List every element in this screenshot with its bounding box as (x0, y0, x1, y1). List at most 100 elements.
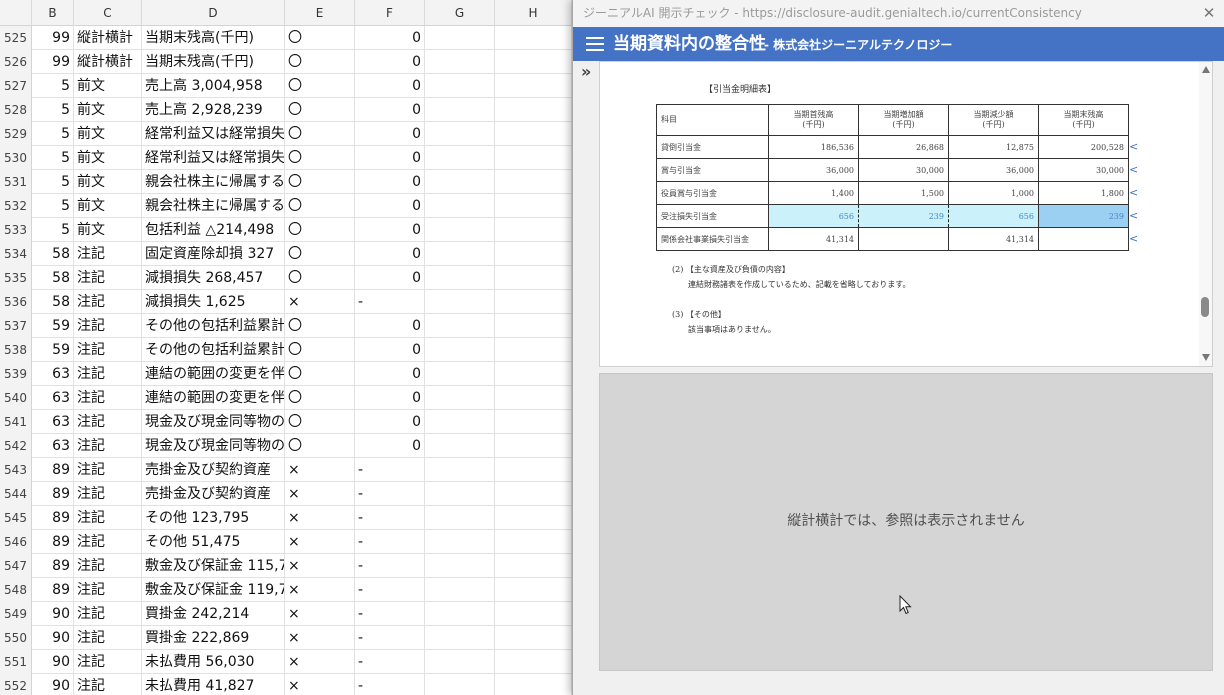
row-number[interactable]: 552 (0, 674, 32, 695)
cell-c[interactable]: 注記 (74, 314, 142, 338)
cell-b[interactable]: 89 (32, 458, 74, 482)
column-header-c[interactable]: C (74, 0, 142, 26)
cell-f[interactable]: - (355, 674, 425, 695)
row-number[interactable]: 530 (0, 146, 32, 170)
table-row[interactable]: 538 59 注記 その他の包括利益累計〇 0 (0, 338, 572, 362)
cell-e[interactable]: 〇 (285, 410, 355, 434)
row-number[interactable]: 531 (0, 170, 32, 194)
table-row[interactable]: 533 5 前文 包括利益 △214,498 〇 0 (0, 218, 572, 242)
cell-f[interactable]: 0 (355, 386, 425, 410)
cell-h[interactable] (495, 122, 572, 146)
cell-e[interactable]: × (285, 506, 355, 530)
cell-d[interactable]: その他の包括利益累計 (142, 314, 285, 338)
cell-c[interactable]: 縦計横計 (74, 26, 142, 50)
row-number[interactable]: 534 (0, 242, 32, 266)
cell-b[interactable]: 89 (32, 482, 74, 506)
table-row[interactable]: 528 5 前文 売上高 2,928,239 〇 0 (0, 98, 572, 122)
cell-g[interactable] (425, 386, 495, 410)
cell-b[interactable]: 89 (32, 578, 74, 602)
cell-f[interactable]: 0 (355, 362, 425, 386)
cell-f[interactable]: 0 (355, 410, 425, 434)
cell-e[interactable]: 〇 (285, 146, 355, 170)
table-row[interactable]: 551 90 注記 未払費用 56,030 × - (0, 650, 572, 674)
cell-h[interactable] (495, 50, 572, 74)
cell-d[interactable]: 当期末残高(千円) (142, 26, 285, 50)
table-row[interactable]: 526 99 縦計横計 当期末残高(千円) 〇 0 (0, 50, 572, 74)
cell-g[interactable] (425, 506, 495, 530)
column-header-d[interactable]: D (142, 0, 285, 26)
cell-g[interactable] (425, 362, 495, 386)
cell-e[interactable]: × (285, 530, 355, 554)
cell-g[interactable] (425, 170, 495, 194)
cell-h[interactable] (495, 626, 572, 650)
cell-f[interactable]: 0 (355, 122, 425, 146)
cell-b[interactable]: 5 (32, 194, 74, 218)
cell-g[interactable] (425, 650, 495, 674)
table-row[interactable]: 537 59 注記 その他の包括利益累計〇 0 (0, 314, 572, 338)
cell-e[interactable]: 〇 (285, 362, 355, 386)
cell-e[interactable]: × (285, 602, 355, 626)
cell-b[interactable]: 58 (32, 266, 74, 290)
table-row[interactable]: 530 5 前文 経常利益又は経常損失〇 0 (0, 146, 572, 170)
cell-b[interactable]: 89 (32, 506, 74, 530)
cell-c[interactable]: 前文 (74, 194, 142, 218)
cell-h[interactable] (495, 26, 572, 50)
table-cell-value[interactable]: 656 (948, 204, 1039, 228)
cell-d[interactable]: 包括利益 △214,498 (142, 218, 285, 242)
cell-f[interactable]: - (355, 482, 425, 506)
table-row[interactable]: 529 5 前文 経常利益又は経常損失〇 0 (0, 122, 572, 146)
table-row[interactable]: 546 89 注記 その他 51,475 × - (0, 530, 572, 554)
row-mark-icon[interactable]: < (1129, 232, 1138, 245)
hamburger-menu-icon[interactable] (586, 37, 604, 51)
cell-b[interactable]: 59 (32, 338, 74, 362)
cell-h[interactable] (495, 218, 572, 242)
cell-g[interactable] (425, 26, 495, 50)
cell-d[interactable]: 売掛金及び契約資産 (142, 482, 285, 506)
cell-h[interactable] (495, 242, 572, 266)
cell-c[interactable]: 注記 (74, 506, 142, 530)
table-row[interactable]: 525 99 縦計横計 当期末残高(千円) 〇 0 (0, 26, 572, 50)
cell-d[interactable]: 買掛金 242,214 (142, 602, 285, 626)
cell-g[interactable] (425, 338, 495, 362)
cell-e[interactable]: 〇 (285, 386, 355, 410)
row-number[interactable]: 540 (0, 386, 32, 410)
cell-h[interactable] (495, 170, 572, 194)
cell-d[interactable]: 未払費用 56,030 (142, 650, 285, 674)
row-number[interactable]: 535 (0, 266, 32, 290)
cell-d[interactable]: 現金及び現金同等物の (142, 434, 285, 458)
cell-b[interactable]: 5 (32, 98, 74, 122)
cell-g[interactable] (425, 578, 495, 602)
cell-c[interactable]: 前文 (74, 170, 142, 194)
row-mark-icon[interactable]: < (1129, 186, 1138, 199)
cell-h[interactable] (495, 290, 572, 314)
cell-e[interactable]: 〇 (285, 194, 355, 218)
cell-f[interactable]: 0 (355, 242, 425, 266)
cell-h[interactable] (495, 554, 572, 578)
cell-h[interactable] (495, 266, 572, 290)
cell-g[interactable] (425, 218, 495, 242)
cell-g[interactable] (425, 122, 495, 146)
row-mark-icon[interactable]: < (1129, 140, 1138, 153)
cell-g[interactable] (425, 194, 495, 218)
cell-g[interactable] (425, 314, 495, 338)
cell-h[interactable] (495, 650, 572, 674)
cell-c[interactable]: 注記 (74, 386, 142, 410)
cell-c[interactable]: 注記 (74, 530, 142, 554)
table-row[interactable]: 532 5 前文 親会社株主に帰属する〇 0 (0, 194, 572, 218)
cell-f[interactable]: 0 (355, 26, 425, 50)
document-preview[interactable]: 【引当金明細表】 科目 当期首残高 (千円) 当期増加額 (千円) 当期減少額 … (599, 61, 1213, 367)
cell-c[interactable]: 注記 (74, 578, 142, 602)
row-number[interactable]: 551 (0, 650, 32, 674)
cell-e[interactable]: 〇 (285, 218, 355, 242)
column-header-h[interactable]: H (495, 0, 572, 26)
column-header-g[interactable]: G (425, 0, 495, 26)
cell-c[interactable]: 注記 (74, 458, 142, 482)
cell-e[interactable]: × (285, 674, 355, 695)
window-titlebar[interactable]: ジーニアルAI 開示チェック - https://disclosure-audi… (573, 0, 1224, 27)
table-row[interactable]: 545 89 注記 その他 123,795 × - (0, 506, 572, 530)
table-row[interactable]: 531 5 前文 親会社株主に帰属する〇 0 (0, 170, 572, 194)
cell-c[interactable]: 注記 (74, 482, 142, 506)
cell-c[interactable]: 縦計横計 (74, 50, 142, 74)
cell-e[interactable]: × (285, 458, 355, 482)
scroll-down-arrow-icon[interactable] (1202, 354, 1210, 361)
